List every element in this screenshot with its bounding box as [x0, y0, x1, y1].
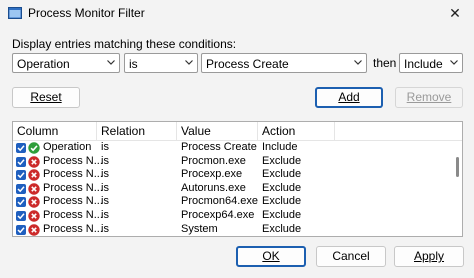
reset-button[interactable]: Reset — [12, 87, 80, 108]
column-header-action[interactable]: Action — [258, 122, 335, 140]
row-relation: is — [101, 222, 109, 235]
exclude-x-icon — [28, 196, 40, 209]
row-column: Process N... — [43, 154, 103, 167]
row-value: Procmon64.exe — [181, 195, 259, 208]
row-action: Exclude — [262, 209, 302, 221]
relation-dropdown[interactable]: is — [124, 53, 198, 73]
conditions-label: Display entries matching these condition… — [12, 37, 237, 51]
row-value: Process Create — [181, 141, 257, 153]
apply-button[interactable]: Apply — [394, 246, 464, 267]
row-relation: is — [101, 209, 109, 221]
row-action: Exclude — [262, 154, 302, 167]
exclude-x-icon — [28, 169, 40, 181]
exclude-x-icon — [28, 183, 40, 195]
cancel-button[interactable]: Cancel — [316, 246, 386, 267]
row-action: Exclude — [262, 222, 302, 235]
enabled-checkbox[interactable] — [16, 170, 26, 181]
ok-button-label: OK — [262, 249, 280, 263]
table-row[interactable]: Process N... is Procmon64.exe Exclude — [13, 195, 451, 210]
apply-button-label: Apply — [413, 249, 445, 263]
row-action: Exclude — [262, 168, 302, 181]
column-header-relation[interactable]: Relation — [97, 122, 177, 140]
filter-list[interactable]: Column Relation Value Action Operation is… — [12, 121, 463, 237]
exclude-x-icon — [28, 223, 40, 236]
row-relation: is — [101, 181, 109, 194]
enabled-checkbox[interactable] — [16, 156, 26, 167]
app-window-icon — [8, 7, 22, 19]
row-value: Procexp64.exe — [181, 209, 255, 221]
row-relation: is — [101, 141, 109, 153]
add-button[interactable]: Add — [315, 87, 383, 108]
exclude-x-icon — [28, 155, 40, 168]
chevron-down-icon — [107, 60, 115, 65]
row-relation: is — [101, 168, 109, 181]
reset-button-label: Reset — [30, 90, 62, 104]
remove-button-label: Remove — [406, 90, 452, 104]
column-header-value[interactable]: Value — [177, 122, 258, 140]
list-header: Column Relation Value Action — [13, 122, 462, 141]
row-value: Autoruns.exe — [181, 181, 246, 194]
action-dropdown-value: Include — [404, 57, 443, 71]
add-button-label: Add — [338, 90, 360, 104]
action-dropdown[interactable]: Include — [399, 53, 463, 73]
column-dropdown-value: Operation — [17, 57, 70, 71]
exclude-x-icon — [28, 210, 40, 222]
row-value: System — [181, 222, 218, 235]
cancel-button-label: Cancel — [332, 249, 370, 263]
table-row[interactable]: Process N... is Procmon.exe Exclude — [13, 154, 451, 170]
relation-dropdown-value: is — [129, 57, 138, 71]
ok-button[interactable]: OK — [236, 246, 306, 267]
row-column: Process N... — [43, 222, 103, 235]
then-label: then — [373, 56, 397, 70]
row-column: Process N... — [43, 209, 103, 221]
column-header-column[interactable]: Column — [13, 122, 97, 140]
enabled-checkbox[interactable] — [16, 183, 26, 194]
table-row[interactable]: Operation is Process Create Include — [13, 141, 451, 156]
row-relation: is — [101, 195, 109, 208]
row-column: Process N... — [43, 195, 103, 208]
row-action: Exclude — [262, 181, 302, 194]
chevron-down-icon — [354, 60, 362, 65]
table-row[interactable]: Process N... is System Exclude — [13, 222, 451, 236]
table-row[interactable]: Process N... is Procexp64.exe Exclude — [13, 209, 451, 224]
column-dropdown[interactable]: Operation — [12, 53, 120, 73]
close-icon[interactable]: ✕ — [440, 2, 470, 24]
table-row[interactable]: Process N... is Procexp.exe Exclude — [13, 168, 451, 183]
scrollbar-thumb[interactable] — [456, 157, 459, 177]
row-action: Include — [262, 141, 298, 153]
chevron-down-icon — [450, 60, 458, 65]
row-value: Procexp.exe — [181, 168, 243, 181]
row-column: Process N... — [43, 168, 103, 181]
value-combobox-text: Process Create — [206, 57, 289, 71]
row-value: Procmon.exe — [181, 154, 246, 167]
include-check-icon — [28, 142, 40, 154]
row-action: Exclude — [262, 195, 302, 208]
enabled-checkbox[interactable] — [16, 197, 26, 208]
table-row[interactable]: Process N... is Autoruns.exe Exclude — [13, 181, 451, 197]
row-column: Process N... — [43, 181, 103, 194]
enabled-checkbox[interactable] — [16, 224, 26, 235]
row-relation: is — [101, 154, 109, 167]
window-title: Process Monitor Filter — [28, 6, 145, 20]
vertical-scrollbar[interactable] — [454, 140, 462, 236]
remove-button: Remove — [395, 87, 463, 108]
row-column: Operation — [43, 141, 92, 153]
enabled-checkbox[interactable] — [16, 143, 26, 153]
chevron-down-icon — [185, 60, 193, 65]
enabled-checkbox[interactable] — [16, 211, 26, 221]
value-combobox[interactable]: Process Create — [201, 53, 367, 73]
